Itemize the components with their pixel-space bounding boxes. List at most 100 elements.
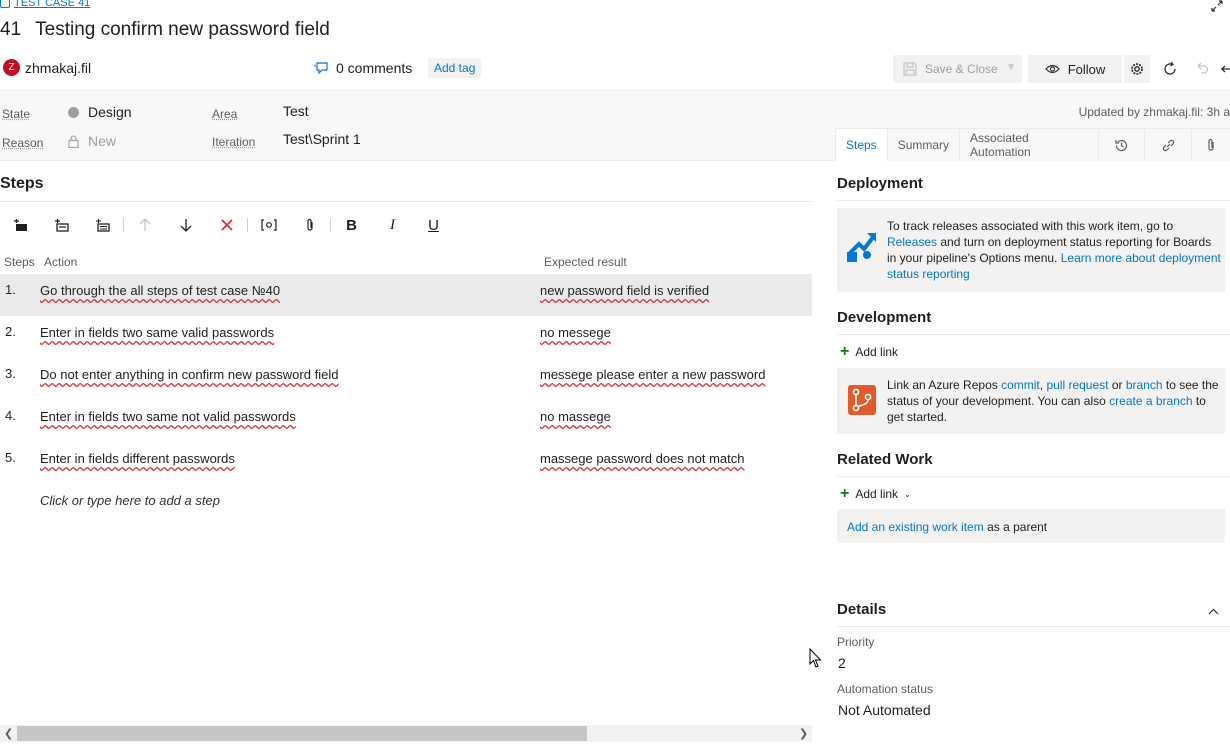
add-link-label: Add link [855,487,899,501]
step-expected-result[interactable]: messege please enter a new password [540,367,765,382]
step-row[interactable]: 5. Enter in fields different passwords m… [0,442,812,484]
tab-associated-automation[interactable]: Associated Automation [959,128,1099,161]
col-header-action: Action [44,255,78,269]
breadcrumb-link[interactable]: TEST CASE 41 [14,0,90,9]
commit-link[interactable]: commit [1001,378,1040,392]
more-actions-button[interactable] [1220,55,1230,83]
pull-request-link[interactable]: pull request [1046,378,1108,392]
step-action[interactable]: Enter in fields two same not valid passw… [40,409,296,424]
state-value: Design [88,104,132,120]
scroll-right-icon[interactable]: ❯ [799,727,808,740]
related-work-add-link[interactable]: + Add link ⌄ [840,486,911,502]
related-work-info: Add an existing work item as a parent [837,509,1225,543]
tab-summary[interactable]: Summary [886,128,960,161]
steps-heading: Steps [0,175,44,192]
mouse-cursor-icon [809,648,822,668]
repos-icon [848,385,876,415]
move-up-button[interactable] [124,213,165,237]
as-parent-text: as a parent [987,520,1048,534]
tab-attachments[interactable] [1190,128,1230,161]
step-expected-result[interactable]: no messege [540,325,611,340]
chevron-down-icon[interactable]: ▼ [1006,62,1016,73]
refresh-icon [1164,61,1176,75]
development-add-link[interactable]: + Add link [840,344,898,360]
priority-field[interactable]: 2 [838,655,846,671]
step-row[interactable]: 1. Go through the all steps of test case… [0,274,812,316]
insert-step-icon [13,219,27,231]
work-item-id: 41 [0,19,22,40]
attach-button[interactable] [289,213,330,237]
step-number: 3. [5,366,16,381]
scroll-left-icon[interactable]: ❮ [4,727,13,740]
assigned-user[interactable]: Z zhmakaj.fil [3,59,91,76]
chevron-up-icon[interactable] [1208,608,1219,616]
create-shared-steps-icon [95,219,110,232]
create-shared-steps-button[interactable] [82,213,123,237]
add-step-placeholder[interactable]: Click or type here to add a step [40,493,220,508]
iteration-field[interactable]: Test\Sprint 1 [283,131,361,147]
follow-button[interactable]: Follow [1028,55,1122,83]
step-action[interactable]: Do not enter anything in confirm new pas… [40,367,338,382]
releases-link[interactable]: Releases [887,235,937,249]
undo-button[interactable] [1190,55,1214,83]
step-row[interactable]: 2. Enter in fields two same valid passwo… [0,316,812,358]
settings-button[interactable] [1124,55,1150,83]
updated-info[interactable]: Updated by zhmakaj.fil: 3h a [1079,105,1230,119]
tab-history[interactable] [1098,128,1145,161]
breadcrumb[interactable]: TEST CASE 41 [0,0,90,9]
reason-field: New [68,133,116,149]
development-divider [837,334,1230,335]
step-action[interactable]: Enter in fields two same valid passwords [40,325,274,340]
lock-icon [68,134,79,148]
comments-link[interactable]: 0 comments [314,60,412,76]
create-branch-link[interactable]: create a branch [1109,394,1192,408]
related-work-divider [837,476,1230,477]
col-header-steps: Steps [4,255,35,269]
tab-links[interactable] [1144,128,1191,161]
underline-button[interactable]: U [413,213,454,237]
state-field[interactable]: Design [68,104,132,120]
step-expected-result[interactable]: no massege [540,409,611,424]
underline-icon: U [428,216,439,234]
development-heading: Development [837,309,932,326]
step-action[interactable]: Go through the all steps of test case №4… [40,283,280,298]
area-field[interactable]: Test [283,103,309,119]
deployment-info: To track releases associated with this w… [837,208,1225,292]
italic-icon: I [390,216,395,233]
work-item-title-text[interactable]: Testing confirm new password field [35,19,330,41]
details-heading: Details [837,601,887,618]
comments-count: 0 comments [336,60,413,76]
deployment-heading: Deployment [837,175,923,192]
step-expected-result[interactable]: new password field is verified [540,283,709,298]
related-work-heading: Related Work [837,451,933,468]
insert-step-button[interactable] [0,213,41,237]
gear-icon [1131,63,1143,75]
delete-step-button[interactable] [206,213,247,237]
step-row[interactable]: 3. Do not enter anything in confirm new … [0,358,812,400]
step-action[interactable]: Enter in fields different passwords [40,451,235,466]
scrollbar-thumb[interactable] [17,726,587,741]
expand-icon[interactable] [1210,0,1224,12]
reason-value: New [88,133,117,149]
insert-parameter-button[interactable] [248,213,289,237]
tab-steps[interactable]: Steps [835,128,887,161]
move-down-button[interactable] [165,213,206,237]
step-number: 2. [5,324,16,339]
step-row[interactable]: 4. Enter in fields two same not valid pa… [0,400,812,442]
save-close-button[interactable]: Save & Close ▼ [893,55,1022,83]
step-number: 4. [5,408,16,423]
chevron-down-icon[interactable]: ⌄ [904,490,911,499]
refresh-button[interactable] [1158,55,1182,83]
bold-button[interactable]: B [331,213,372,237]
work-item-title: 41 Testing confirm new password field [0,19,330,41]
step-expected-result[interactable]: massege password does not match [540,451,745,466]
add-tag-button[interactable]: Add tag [428,58,482,78]
add-existing-work-item-link[interactable]: Add an existing work item [847,520,984,534]
insert-shared-steps-button[interactable] [41,213,82,237]
state-label: State [2,107,31,121]
italic-button[interactable]: I [372,213,413,237]
branch-link[interactable]: branch [1126,378,1163,392]
deployment-divider [837,200,1230,201]
state-dot-icon [68,106,79,118]
development-text-1: Link an Azure Repos [887,378,998,392]
